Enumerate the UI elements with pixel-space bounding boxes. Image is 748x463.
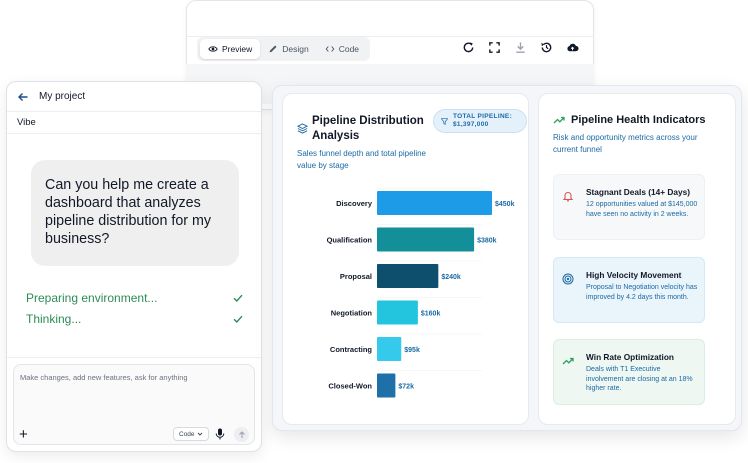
window-topbar [187,1,593,37]
tab-preview-label: Preview [222,44,253,54]
indicator-title: Stagnant Deals (14+ Days) [586,187,690,197]
status-preparing-text: Preparing environment... [26,291,158,305]
chat-input-placeholder: Make changes, add new features, ask for … [20,373,188,382]
category-label: Contracting [330,345,373,354]
data-label: $160k [421,311,441,318]
bar-contracting[interactable] [377,337,402,361]
trend-up-icon [562,357,574,365]
dashboard-preview: Pipeline Distribution Analysis TOTAL PIP… [272,85,742,431]
pipeline-subtitle: Sales funnel depth and total pipeline va… [297,149,426,170]
pipeline-bar-chart: Discovery $450k Qualification $380k Proposal… [327,187,515,398]
indicator-description: Proposal to Negotiation velocity has imp… [586,284,698,301]
tab-design[interactable]: Design [260,39,316,59]
health-subtitle: Risk and opportunity metrics across your… [553,133,698,154]
refresh-icon[interactable] [461,40,475,54]
status-preparing: Preparing environment... [26,291,244,305]
indicator-high-velocity: High Velocity Movement Proposal to Negot… [553,257,705,323]
indicator-title: High Velocity Movement [586,270,682,280]
data-label: $95k [404,347,420,354]
category-label: Closed-Won [328,382,372,391]
project-subtitle: Vibe [7,112,261,134]
filter-icon [441,117,448,125]
download-icon[interactable] [513,40,527,54]
indicator-description: 12 opportunities valued at $145,000 have… [586,201,698,218]
bar-discovery[interactable] [377,191,492,215]
status-thinking-text: Thinking... [26,312,82,326]
preview-toolbar: Preview Design Code [187,37,593,65]
indicator-stagnant-deals: Stagnant Deals (14+ Days) 12 opportuniti… [553,174,705,240]
status-thinking: Thinking... [26,312,244,326]
arrow-up-icon [238,430,245,438]
target-icon [562,273,574,285]
category-label: Proposal [340,272,372,281]
tab-code[interactable]: Code [317,39,367,59]
chat-composer: Make changes, add new features, ask for … [7,357,261,451]
layers-icon [297,123,308,134]
tab-code-label: Code [338,44,360,54]
total-pipeline-label: TOTAL PIPELINE: [453,113,513,120]
send-button[interactable] [234,427,249,442]
bar-qualification[interactable] [377,227,475,252]
eye-icon [208,46,218,52]
health-title: Pipeline Health Indicators [571,114,706,126]
total-pipeline-value: $1,397,000 [453,121,489,128]
mode-select[interactable]: Code [173,427,209,441]
pipeline-title: Pipeline Distribution Analysis [312,115,424,142]
add-attachment-button[interactable]: + [19,426,28,443]
pipeline-health-card: Pipeline Health Indicators Risk and oppo… [538,93,736,425]
pipeline-distribution-card: Pipeline Distribution Analysis TOTAL PIP… [282,93,529,425]
chat-header: My project [7,82,261,112]
code-icon [325,46,335,52]
cloud-upload-icon[interactable] [565,40,579,54]
category-label: Discovery [336,199,373,208]
back-arrow-icon[interactable] [17,91,29,103]
pencil-icon [269,45,277,53]
chat-panel: My project Vibe Can you help me create a… [6,81,262,452]
tab-preview[interactable]: Preview [200,39,261,59]
bar-proposal[interactable] [377,264,439,288]
project-title: My project [39,91,86,102]
bell-icon [562,192,574,202]
microphone-icon[interactable] [215,428,225,440]
user-message-bubble: Can you help me create a dashboard that … [31,160,239,266]
category-label: Qualification [327,236,373,245]
tab-design-label: Design [282,44,309,54]
fullscreen-icon[interactable] [487,40,501,54]
trend-up-icon [553,116,565,124]
checkmark-icon [233,294,243,303]
indicator-description: Deals with T1 Executive involvement are … [586,366,693,393]
mode-select-value: Code [179,430,195,438]
total-pipeline-badge: TOTAL PIPELINE: $1,397,000 [433,109,527,133]
bar-negotiation[interactable] [377,300,418,325]
indicator-title: Win Rate Optimization [586,352,674,362]
bar-closed-won[interactable] [377,373,396,398]
category-label: Negotiation [331,309,373,318]
data-label: $72k [398,384,414,391]
checkmark-icon [233,315,243,324]
data-label: $450k [495,201,515,208]
data-label: $240k [441,274,461,281]
history-icon[interactable] [539,40,553,54]
data-label: $380k [477,238,497,245]
chevron-down-icon [197,432,202,436]
indicator-win-rate: Win Rate Optimization Deals with T1 Exec… [553,339,705,405]
view-mode-switcher: Preview Design Code [197,37,371,61]
